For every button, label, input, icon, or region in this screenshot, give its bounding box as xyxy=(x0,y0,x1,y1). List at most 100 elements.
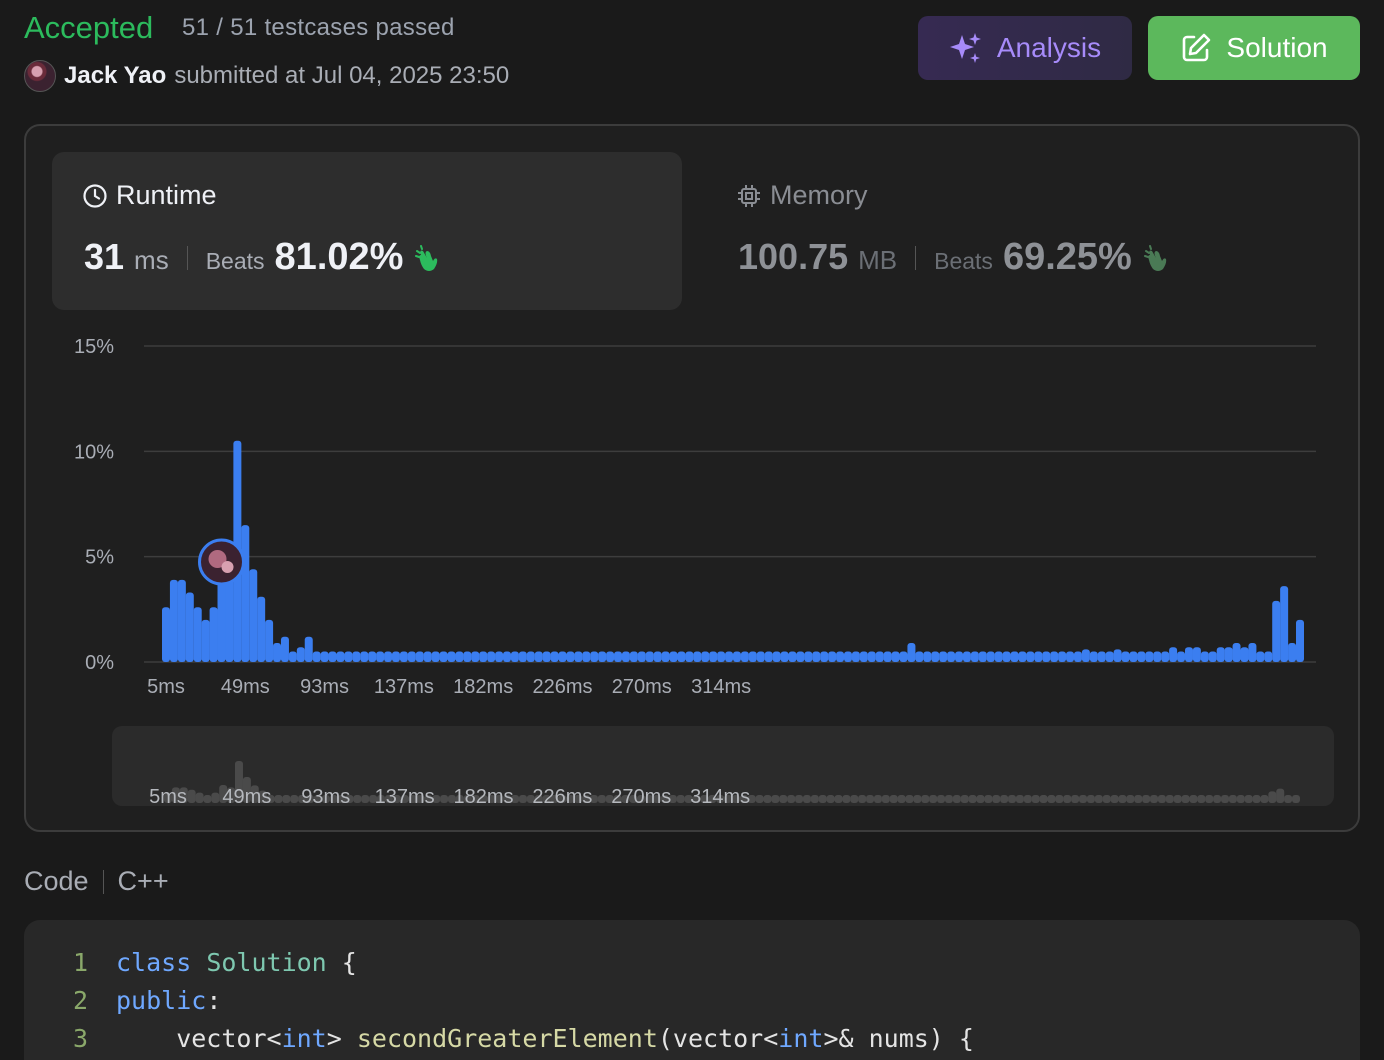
chart-bar xyxy=(566,651,575,662)
overview-bar xyxy=(1126,795,1135,803)
overview-bar xyxy=(187,789,196,803)
chart-bar xyxy=(1264,651,1273,662)
overview-bar xyxy=(1142,795,1151,803)
chart-bar xyxy=(582,651,591,662)
chart-bar xyxy=(542,651,551,662)
chart-bar xyxy=(1169,647,1178,662)
solution-button[interactable]: Solution xyxy=(1148,16,1360,80)
overview-bar xyxy=(676,795,685,803)
chart-bar xyxy=(994,651,1003,662)
overview-bar xyxy=(1260,795,1269,803)
chart-bar xyxy=(344,651,353,662)
x-tick-label: 5ms xyxy=(147,676,185,698)
chart-bar xyxy=(479,651,488,662)
chart-bar xyxy=(621,651,630,662)
overview-tick-label: 314ms xyxy=(690,786,750,808)
user-name[interactable]: Jack Yao xyxy=(64,62,166,90)
chart-bar xyxy=(804,651,813,662)
chart-bar xyxy=(312,651,321,662)
overview-bar xyxy=(1102,795,1111,803)
avatar[interactable] xyxy=(24,60,56,92)
code-line: 3 vector< int > secondGreaterElement (vecto… xyxy=(24,1020,974,1058)
chart-bar xyxy=(471,651,480,662)
overview-bar xyxy=(929,795,938,803)
chart-bar xyxy=(820,651,829,662)
overview-bar xyxy=(1252,795,1261,803)
overview-bar xyxy=(1157,795,1166,803)
chart-bar xyxy=(867,651,876,662)
code-token: class xyxy=(116,948,192,977)
overview-bar xyxy=(440,795,449,803)
chart-bar xyxy=(1034,651,1043,662)
overview-bar xyxy=(1150,795,1159,803)
chart-bar xyxy=(939,651,948,662)
chart-bar xyxy=(225,579,234,662)
overview-bar xyxy=(1000,795,1009,803)
overview-bar xyxy=(1039,795,1048,803)
chart-bar xyxy=(1153,651,1162,662)
y-tick-label: 15% xyxy=(74,336,114,358)
code-token: int xyxy=(778,1024,824,1053)
overview-bar xyxy=(771,795,780,803)
overview-bar xyxy=(968,795,977,803)
overview-bar xyxy=(944,795,953,803)
chart-bar xyxy=(883,651,892,662)
overview-bar xyxy=(597,795,606,803)
overview-tick-label: 182ms xyxy=(454,786,514,808)
chart-bar xyxy=(955,651,964,662)
chart-bar xyxy=(1208,651,1217,662)
chart-bar xyxy=(875,651,884,662)
chart-bar xyxy=(1200,651,1209,662)
chart-bar xyxy=(836,651,845,662)
overview-bar xyxy=(290,795,299,803)
code-viewer[interactable]: 1 class Solution {2 public:3 vector< int > s… xyxy=(24,920,1360,1060)
chart-bar xyxy=(550,651,559,662)
chart-bar xyxy=(907,643,916,662)
chart-bar xyxy=(1216,647,1225,662)
runtime-distribution-chart[interactable]: 15% 10% 5% 0% 5ms 49ms 93ms 137ms 182ms 226ms 270m… xyxy=(26,126,1358,830)
chart-bar xyxy=(510,651,519,662)
chart-bar xyxy=(693,651,702,662)
chart-bar xyxy=(661,651,670,662)
code-token: int xyxy=(281,1024,327,1053)
chart-bar xyxy=(455,651,464,662)
chart-bar xyxy=(732,651,741,662)
chart-bar xyxy=(1232,643,1241,662)
chart-bar xyxy=(162,607,170,662)
code-token: Solution xyxy=(206,948,327,977)
chart-bar xyxy=(209,607,218,662)
chart-bar xyxy=(978,651,987,662)
code-line: 2 public: xyxy=(24,982,974,1020)
overview-bar xyxy=(755,795,764,803)
analysis-label: Analysis xyxy=(996,32,1102,63)
chart-bar xyxy=(1184,647,1193,662)
chart-bar xyxy=(1129,651,1138,662)
overview-bar xyxy=(1173,795,1182,803)
analysis-button[interactable]: Analysis xyxy=(918,16,1132,80)
chart-bar xyxy=(606,651,615,662)
chart-bar xyxy=(859,651,868,662)
overview-bar xyxy=(1236,795,1245,803)
overview-tick-label: 137ms xyxy=(375,786,435,808)
chart-bar xyxy=(1042,651,1051,662)
chart-bar xyxy=(1248,643,1257,662)
chart-bar xyxy=(653,651,662,662)
overview-bar xyxy=(1268,791,1277,803)
chart-bar xyxy=(304,636,313,662)
chart-bar xyxy=(1137,651,1146,662)
overview-bar xyxy=(858,795,867,803)
chart-bar xyxy=(725,651,734,662)
chart-bar xyxy=(1280,586,1289,662)
chart-bar xyxy=(740,651,749,662)
chart-bar xyxy=(415,651,424,662)
chart-bar xyxy=(1177,651,1186,662)
code-language: C++ xyxy=(117,866,169,896)
chart-bar xyxy=(463,651,472,662)
x-tick-label: 49ms xyxy=(221,676,270,698)
chart-bar xyxy=(241,525,250,662)
code-lines: 1 class Solution {2 public:3 vector< int > s… xyxy=(24,944,974,1058)
chart-bar xyxy=(257,596,266,662)
chart-bar xyxy=(614,651,623,662)
line-number: 2 xyxy=(72,986,88,1015)
chart-bar xyxy=(986,651,995,662)
